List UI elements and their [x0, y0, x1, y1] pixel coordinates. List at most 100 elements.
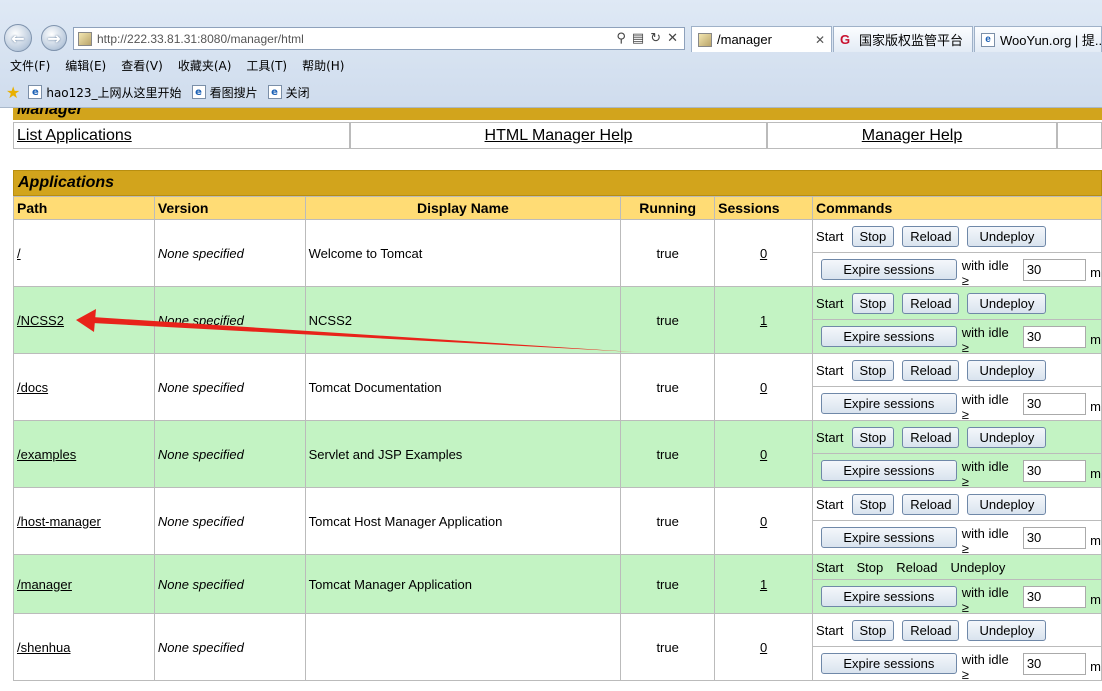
start-label: Start [816, 622, 844, 638]
app-path-link[interactable]: /shenhua [17, 640, 71, 655]
expire-sessions-button[interactable]: Expire sessions [821, 653, 957, 674]
expire-sessions-button[interactable]: Expire sessions [821, 586, 957, 607]
idle-unit-label: m [1090, 265, 1102, 280]
table-row: / None specified Welcome to Tomcat true … [13, 219, 1102, 288]
app-path-link[interactable]: /host-manager [17, 514, 101, 529]
reload-button[interactable]: Reload [902, 493, 960, 515]
app-sessions-link[interactable]: 0 [760, 380, 767, 395]
tab-manager[interactable]: /manager ✕ [691, 26, 832, 52]
table-row: /docs None specified Tomcat Documentatio… [13, 353, 1102, 422]
favorite-hao123[interactable]: e hao123_上网从这里开始 [28, 84, 182, 101]
start-label: Start [816, 295, 844, 311]
refresh-icon[interactable]: ↻ [650, 31, 661, 46]
stop-button[interactable]: Stop [851, 359, 895, 381]
applications-section-header: Applications [13, 170, 1102, 196]
stop-button[interactable]: Stop [851, 225, 895, 247]
tab-wooyun[interactable]: e WooYun.org | 提... [974, 26, 1102, 52]
close-tab-icon[interactable]: ✕ [815, 33, 825, 47]
menu-tools[interactable]: 工具(T) [246, 55, 287, 77]
app-path-link[interactable]: /manager [17, 577, 72, 592]
expire-sessions-button[interactable]: Expire sessions [821, 393, 957, 414]
back-icon: ← [11, 28, 25, 48]
reload-button[interactable]: Reload [902, 426, 960, 448]
stop-button[interactable]: Stop [851, 426, 895, 448]
idle-label: with idle ≥ [961, 324, 1009, 355]
menu-file[interactable]: 文件(F) [10, 55, 50, 77]
app-sessions-link[interactable]: 0 [760, 246, 767, 261]
favorites-bar: ★ e hao123_上网从这里开始 e 看图搜片 e 关闭 [0, 80, 320, 104]
ie-icon: e [267, 85, 282, 99]
app-display-name: Tomcat Documentation [304, 353, 622, 421]
app-running: true [620, 219, 716, 287]
menu-favorites[interactable]: 收藏夹(A) [178, 55, 232, 77]
manager-help-link[interactable]: Manager Help [862, 127, 963, 145]
idle-minutes-input[interactable]: 30 [1022, 258, 1087, 281]
reload-button[interactable]: Reload [902, 292, 960, 314]
url-text[interactable]: http://222.33.81.31:8080/manager/html [97, 32, 616, 46]
app-path-link[interactable]: /NCSS2 [17, 313, 64, 328]
back-button[interactable]: ← [4, 24, 32, 52]
ie-icon: e [981, 32, 995, 47]
stop-button[interactable]: Stop [851, 292, 895, 314]
app-version: None specified [153, 554, 306, 614]
undeploy-button[interactable]: Undeploy [967, 426, 1047, 448]
address-bar[interactable]: http://222.33.81.31:8080/manager/html ⚲ … [73, 27, 685, 50]
idle-minutes-input[interactable]: 30 [1022, 585, 1087, 608]
reload-button[interactable]: Reload [902, 619, 960, 641]
reload-button[interactable]: Reload [902, 225, 960, 247]
app-sessions-link[interactable]: 0 [760, 514, 767, 529]
app-sessions-link[interactable]: 1 [760, 313, 767, 328]
favorite-image-search[interactable]: e 看图搜片 [191, 84, 258, 101]
tab-copyright[interactable]: G 国家版权监管平台 [833, 26, 973, 52]
stop-icon[interactable]: ✕ [667, 31, 678, 46]
undeploy-button[interactable]: Undeploy [967, 292, 1047, 314]
table-row: /shenhua None specified true 0 Start Sto… [13, 613, 1102, 682]
reload-button[interactable]: Reload [902, 359, 960, 381]
undeploy-label: Undeploy [950, 559, 1006, 575]
stop-button[interactable]: Stop [851, 619, 895, 641]
app-running: true [620, 353, 716, 421]
idle-minutes-input[interactable]: 30 [1022, 392, 1087, 415]
page-favicon-icon [698, 32, 712, 47]
col-running: Running [620, 196, 716, 220]
app-path-link[interactable]: /docs [17, 380, 48, 395]
html-manager-help-link[interactable]: HTML Manager Help [485, 127, 633, 145]
expire-sessions-button[interactable]: Expire sessions [821, 460, 957, 481]
favorite-close[interactable]: e 关闭 [267, 84, 310, 101]
forward-button[interactable]: → [41, 25, 67, 51]
idle-unit-label: m [1090, 399, 1102, 414]
app-path-link[interactable]: /examples [17, 447, 76, 462]
idle-minutes-input[interactable]: 30 [1022, 459, 1087, 482]
search-icon[interactable]: ⚲ [616, 31, 626, 46]
applications-title: Applications [18, 174, 115, 191]
app-sessions-link[interactable]: 1 [760, 577, 767, 592]
undeploy-button[interactable]: Undeploy [967, 225, 1047, 247]
start-label: Start [816, 559, 844, 575]
menu-view[interactable]: 查看(V) [121, 55, 163, 77]
idle-unit-label: m [1090, 592, 1102, 607]
app-sessions-link[interactable]: 0 [760, 447, 767, 462]
menu-help[interactable]: 帮助(H) [302, 55, 344, 77]
compat-icon[interactable]: ▤ [632, 31, 644, 46]
idle-minutes-input[interactable]: 30 [1022, 526, 1087, 549]
app-sessions-link[interactable]: 0 [760, 640, 767, 655]
page-favicon-icon [78, 31, 92, 46]
star-icon[interactable]: ★ [6, 83, 20, 102]
expire-sessions-button[interactable]: Expire sessions [821, 326, 957, 347]
undeploy-button[interactable]: Undeploy [967, 619, 1047, 641]
menu-edit[interactable]: 编辑(E) [65, 55, 106, 77]
idle-minutes-input[interactable]: 30 [1022, 325, 1087, 348]
undeploy-button[interactable]: Undeploy [967, 493, 1047, 515]
tab-label: 国家版权监管平台 [859, 33, 964, 48]
stop-button[interactable]: Stop [851, 493, 895, 515]
app-path-link[interactable]: / [17, 246, 21, 261]
expire-sessions-button[interactable]: Expire sessions [821, 259, 957, 280]
list-applications-link[interactable]: List Applications [17, 127, 132, 145]
idle-minutes-input[interactable]: 30 [1022, 652, 1087, 675]
start-label: Start [816, 429, 844, 445]
expire-sessions-button[interactable]: Expire sessions [821, 527, 957, 548]
table-row: /NCSS2 None specified NCSS2 true 1 Start… [13, 286, 1102, 355]
applications-table: Path Version Display Name Running Sessio… [13, 196, 1102, 682]
undeploy-button[interactable]: Undeploy [967, 359, 1047, 381]
app-display-name: Welcome to Tomcat [304, 219, 622, 287]
